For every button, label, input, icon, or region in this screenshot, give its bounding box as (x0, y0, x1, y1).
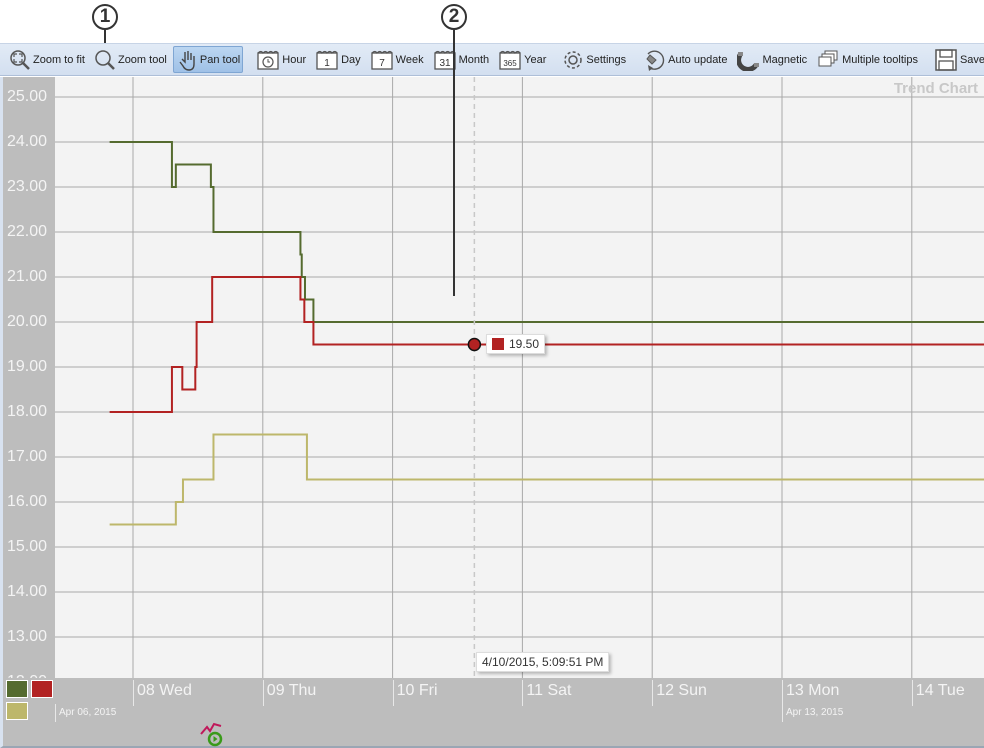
calendar-year-icon: 365 (498, 49, 524, 71)
y-tick-label: 19.00 (7, 358, 48, 375)
toolbar-button-label: Pan tool (199, 53, 241, 66)
date-label: Apr 06, 2015 (55, 704, 116, 722)
y-tick-label: 20.00 (7, 313, 48, 330)
chart-title: Trend Chart (893, 80, 978, 97)
y-tick-label: 18.00 (7, 403, 48, 420)
toolbar-auto-update-button[interactable]: Auto update (639, 46, 730, 73)
y-tick-label: 15.00 (7, 538, 48, 555)
series-line-2 (109, 276, 984, 413)
value-tooltip: 19.50 (486, 334, 546, 354)
value-tooltip-text: 19.50 (509, 337, 540, 351)
x-tick-label: 10 Fri (392, 680, 438, 706)
toolbar-settings-button[interactable]: Settings (559, 46, 629, 73)
svg-text:7: 7 (379, 58, 385, 69)
floppy-disk-icon (934, 48, 960, 72)
date-label: Apr 13, 2015 (782, 704, 843, 722)
value-tooltip-swatch (492, 338, 504, 350)
legend-swatch-series-1[interactable] (6, 680, 28, 698)
toolbar-zoom-tool-button[interactable]: Zoom tool (91, 46, 170, 73)
legend-swatch-series-2[interactable] (31, 680, 53, 698)
toolbar-button-label: Month (458, 53, 490, 66)
toolbar-button-label: Zoom tool (117, 53, 167, 66)
toolbar-pan-tool-button[interactable]: Pan tool (172, 46, 244, 73)
chart-toolbar: Zoom to fit Zoom tool Pan tool Hour 1 Day 7 Wee… (0, 43, 984, 76)
toolbar-button-label: Week (395, 53, 424, 66)
trend-play-icon[interactable] (199, 720, 225, 748)
y-tick-label: 21.00 (7, 268, 48, 285)
auto-update-icon (642, 48, 668, 72)
x-tick-label: 09 Thu (262, 680, 316, 706)
y-tick-label: 14.00 (7, 583, 48, 600)
crosshair-time-tooltip: 4/10/2015, 5:09:51 PM (476, 652, 610, 672)
svg-text:1: 1 (324, 58, 330, 69)
y-tick-label: 22.00 (7, 223, 48, 240)
callout-1: 1 (92, 4, 118, 30)
svg-text:365: 365 (503, 59, 517, 68)
y-tick-label: 23.00 (7, 178, 48, 195)
toolbar-button-label: Zoom to fit (33, 53, 85, 66)
y-tick-label: 16.00 (7, 493, 48, 510)
toolbar-button-label: Multiple tooltips (842, 53, 918, 66)
toolbar-day-button[interactable]: 1 Day (312, 46, 364, 73)
chart-svg (55, 77, 984, 678)
plot-area[interactable]: Trend Chart (55, 77, 984, 678)
svg-text:31: 31 (439, 58, 451, 69)
zoom-tool-icon (94, 49, 118, 71)
gear-icon (562, 49, 586, 71)
time-axis[interactable]: 08 Wed 09 Thu 10 Fri 11 Sat 12 Sun 13 Mon 14 T… (0, 678, 984, 748)
y-tick-label: 24.00 (7, 133, 48, 150)
x-tick-label: 11 Sat (522, 680, 571, 706)
toolbar-button-label: Auto update (668, 53, 728, 66)
legend-swatch-series-3[interactable] (6, 702, 28, 720)
calendar-week-icon: 7 (370, 49, 396, 71)
toolbar-button-label: Year (524, 53, 547, 66)
toolbar-save-button[interactable]: Save (931, 46, 984, 73)
toolbar-button-label: Magnetic (762, 53, 808, 66)
y-axis: 25.00 24.00 23.00 22.00 21.00 20.00 19.00 18.00… (0, 77, 55, 678)
x-tick-label: 08 Wed (133, 680, 192, 706)
series-line-3 (109, 433, 984, 526)
x-tick-label: 12 Sun (652, 680, 707, 706)
y-tick-label: 13.00 (7, 628, 48, 645)
toolbar-button-label: Hour (282, 53, 307, 66)
calendar-day-icon: 1 (315, 49, 341, 71)
toolbar-year-button[interactable]: 365 Year (495, 46, 549, 73)
toolbar-month-button[interactable]: 31 Month (430, 46, 493, 73)
magnet-icon (736, 49, 763, 71)
toolbar-week-button[interactable]: 7 Week (367, 46, 427, 73)
y-tick-label: 17.00 (7, 448, 48, 465)
callout-2-pointer (453, 30, 455, 296)
callout-2: 2 (441, 4, 467, 30)
toolbar-magnetic-button[interactable]: Magnetic (734, 46, 811, 73)
toolbar-button-label: Save (959, 53, 984, 66)
toolbar-hour-button[interactable]: Hour (253, 46, 309, 73)
y-tick-label: 25.00 (7, 88, 48, 105)
multiple-tooltips-icon (816, 49, 842, 71)
toolbar-multiple-tooltips-button[interactable]: Multiple tooltips (813, 46, 921, 73)
x-tick-label: 14 Tue (911, 680, 965, 706)
toolbar-zoom-to-fit-button[interactable]: Zoom to fit (6, 46, 88, 73)
crosshair-marker (467, 337, 482, 352)
toolbar-button-label: Settings (586, 53, 627, 66)
pan-hand-icon (176, 48, 200, 72)
calendar-clock-icon (256, 49, 282, 71)
x-tick-label: 13 Mon (782, 680, 839, 706)
toolbar-button-label: Day (341, 53, 361, 66)
zoom-to-fit-icon (9, 49, 33, 71)
